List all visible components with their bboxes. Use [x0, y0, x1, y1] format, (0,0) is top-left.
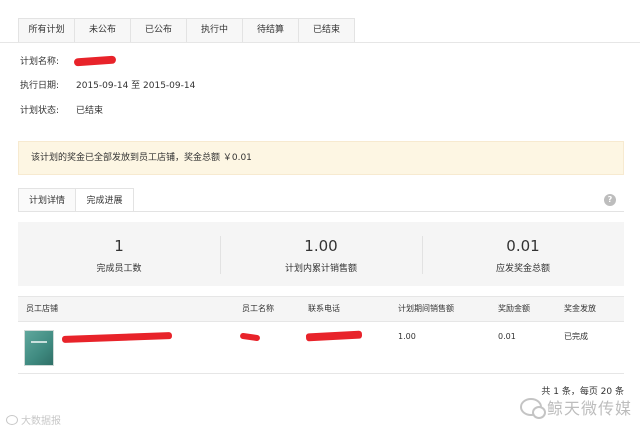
tab-in-progress[interactable]: 执行中: [187, 19, 243, 42]
col-employee-name: 员工名称: [242, 304, 274, 313]
stat-total-bonus: 0.01 应发奖金总额: [422, 222, 624, 286]
phone-redaction: [305, 330, 363, 342]
watermark-right: 鲸天微传媒: [519, 395, 632, 419]
col-reward-amount: 奖励金额: [498, 304, 530, 313]
watermark-right-text: 鲸天微传媒: [546, 399, 632, 418]
tab-completion-progress[interactable]: 完成进展: [76, 188, 134, 212]
stat-value: 0.01: [506, 237, 540, 255]
employee-name-redaction: [239, 332, 261, 342]
plan-name-row: 计划名称:: [20, 55, 76, 69]
col-period-sales: 计划期间销售额: [398, 304, 454, 313]
weibo-icon: [6, 414, 18, 425]
detail-tabs: 计划详情 完成进展: [18, 188, 134, 212]
store-thumbnail[interactable]: [24, 330, 54, 366]
cell-period-sales: 1.00: [398, 332, 416, 341]
watermark-left-text: 大数据报: [21, 416, 61, 427]
watermark-left: 大数据报: [6, 412, 61, 427]
plan-name-label: 计划名称:: [20, 57, 60, 67]
cell-reward-amount: 0.01: [498, 332, 516, 341]
stat-cumulative-sales: 1.00 计划内累计销售额: [220, 222, 422, 286]
tabs-divider: [18, 211, 624, 212]
table-row: 1.00 0.01 已完成: [18, 322, 624, 374]
stat-label: 计划内累计销售额: [284, 264, 357, 274]
plan-status-value: 已结束: [76, 106, 104, 116]
tab-ended[interactable]: 已结束: [299, 19, 355, 42]
cell-bonus-payout: 已完成: [564, 332, 588, 341]
top-divider: [0, 42, 640, 43]
summary-stats-panel: 1 完成员工数 1.00 计划内累计销售额 0.01 应发奖金总额: [18, 222, 624, 286]
tab-unpublished[interactable]: 未公布: [75, 19, 131, 42]
stat-label: 完成员工数: [96, 264, 142, 274]
execution-date-label: 执行日期:: [20, 81, 60, 91]
wechat-icon: [519, 398, 546, 419]
tab-plan-details[interactable]: 计划详情: [18, 188, 76, 212]
stat-value: 1.00: [304, 237, 338, 255]
plan-status-label: 计划状态:: [20, 106, 60, 116]
tab-published[interactable]: 已公布: [131, 19, 187, 42]
stat-label: 应发奖金总额: [495, 264, 550, 274]
store-name-redaction: [61, 332, 173, 343]
col-employee-store: 员工店铺: [26, 304, 58, 313]
plan-status-row: 计划状态: 已结束: [20, 104, 103, 118]
execution-date-value: 2015-09-14 至 2015-09-14: [76, 81, 196, 91]
col-bonus-payout: 奖金发放: [564, 304, 596, 313]
stat-value: 1: [114, 237, 124, 255]
col-phone: 联系电话: [308, 304, 340, 313]
tab-pending-settlement[interactable]: 待结算: [243, 19, 299, 42]
bonus-notice-text: 该计划的奖金已全部发放到员工店铺，奖金总额 ￥0.01: [31, 153, 252, 163]
bonus-notice-banner: 该计划的奖金已全部发放到员工店铺，奖金总额 ￥0.01: [18, 141, 624, 175]
stat-completed-employees: 1 完成员工数: [18, 222, 220, 286]
plan-name-redaction: [73, 55, 117, 67]
status-tabs: 所有计划 未公布 已公布 执行中 待结算 已结束: [18, 18, 355, 43]
tab-all-plans[interactable]: 所有计划: [19, 19, 75, 42]
execution-date-row: 执行日期: 2015-09-14 至 2015-09-14: [20, 79, 195, 93]
table-header: 员工店铺 员工名称 联系电话 计划期间销售额 奖励金额 奖金发放: [18, 296, 624, 322]
help-icon[interactable]: ?: [604, 194, 616, 206]
